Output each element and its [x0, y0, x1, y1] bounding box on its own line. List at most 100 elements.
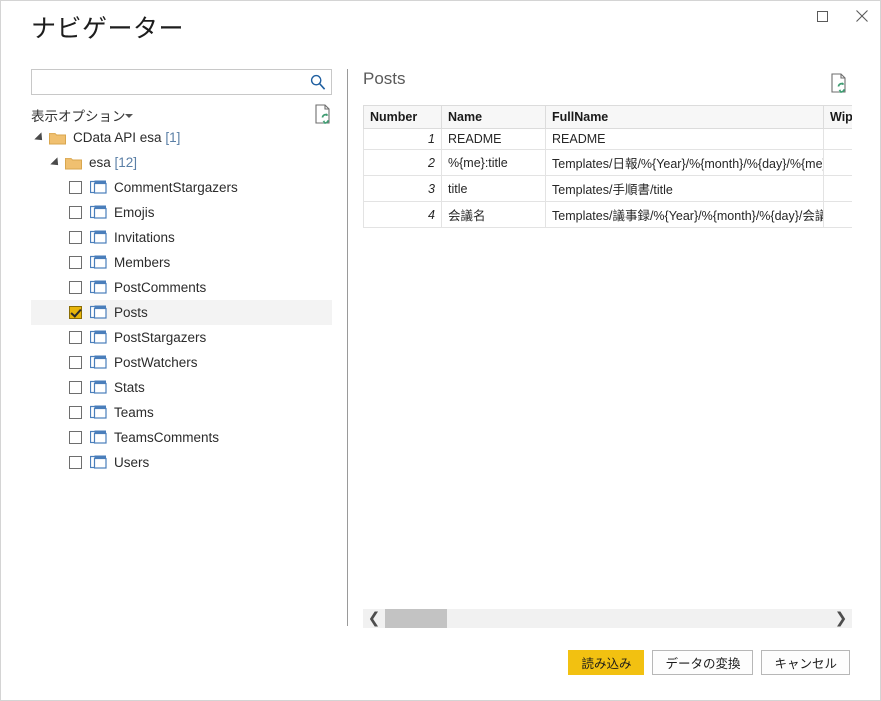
tree-item-cdata-api-esa[interactable]: CData API esa [1] — [31, 125, 332, 150]
scrollbar-track[interactable] — [385, 609, 830, 628]
tree-item-checkbox[interactable] — [69, 281, 82, 294]
cancel-button[interactable]: キャンセル — [761, 650, 850, 675]
object-tree[interactable]: CData API esa [1] esa [12] CommentStarga… — [31, 125, 332, 627]
tree-item-postcomments[interactable]: PostComments — [31, 275, 332, 300]
maximize-icon — [816, 10, 828, 22]
table-cell[interactable]: 2 — [363, 149, 442, 176]
close-button[interactable] — [842, 1, 881, 31]
tree-item-checkbox[interactable] — [69, 431, 82, 444]
table-cell[interactable]: 4 — [363, 201, 442, 228]
table-cell[interactable]: README — [545, 128, 824, 150]
tree-item-poststargazers[interactable]: PostStargazers — [31, 325, 332, 350]
table-cell[interactable]: Templates/議事録/%{Year}/%{month}/%{day}/会議… — [545, 201, 824, 228]
tree-item-checkbox[interactable] — [69, 306, 82, 319]
tree-item-label: Posts — [114, 305, 148, 320]
tree-item-label: esa [12] — [89, 155, 138, 170]
table-cell[interactable]: 1 — [363, 128, 442, 150]
table-body: 1READMEREADMEFA2%{me}:titleTemplates/日報/… — [363, 128, 852, 228]
display-options-label[interactable]: 表示オプション — [31, 105, 126, 125]
table-icon-wrap — [90, 280, 107, 295]
table-row[interactable]: 1READMEREADMEFA — [363, 128, 852, 150]
preview-header: Posts — [363, 69, 852, 99]
transform-data-button[interactable]: データの変換 — [652, 650, 754, 675]
tree-item-emojis[interactable]: Emojis — [31, 200, 332, 225]
chevron-right-icon[interactable]: ❯ — [830, 609, 852, 628]
table-icon — [90, 330, 107, 344]
search-input[interactable] — [32, 70, 307, 94]
table-row[interactable]: 4 会議名 Templates/議事録/%{Year}/%{month}/%{day… — [363, 201, 852, 228]
table-icon-wrap — [90, 380, 107, 395]
table-cell[interactable]: %{me}:title — [441, 149, 546, 176]
table-icon-wrap — [90, 330, 107, 345]
tree-item-label: Teams — [114, 405, 154, 420]
tree-item-checkbox[interactable] — [69, 331, 82, 344]
table-icon-wrap — [90, 230, 107, 245]
table-cell[interactable]: 会議名 — [441, 201, 546, 228]
tree-item-posts[interactable]: Posts — [31, 300, 332, 325]
table-cell[interactable]: title — [441, 175, 546, 202]
table-cell[interactable]: FA — [823, 128, 852, 150]
tree-item-checkbox[interactable] — [69, 206, 82, 219]
tree-item-teamscomments[interactable]: TeamsComments — [31, 425, 332, 450]
maximize-button[interactable] — [802, 1, 842, 31]
table-icon — [90, 455, 107, 469]
table-icon — [90, 205, 107, 219]
expander-icon[interactable] — [34, 131, 46, 144]
horizontal-scrollbar[interactable]: ❮ ❯ — [363, 609, 852, 628]
column-header-wip[interactable]: Wip — [823, 105, 852, 129]
expander-icon[interactable] — [50, 156, 62, 169]
page-title: ナビゲーター — [31, 15, 185, 43]
tree-item-label: CData API esa [1] — [73, 130, 181, 145]
table-cell[interactable]: FA — [823, 201, 852, 228]
table-cell[interactable]: 3 — [363, 175, 442, 202]
refresh-document-icon[interactable] — [314, 104, 332, 124]
tree-item-teams[interactable]: Teams — [31, 400, 332, 425]
tree-item-checkbox[interactable] — [69, 406, 82, 419]
tree-item-label: Emojis — [114, 205, 155, 220]
tree-item-checkbox[interactable] — [69, 381, 82, 394]
folder-icon-wrap — [65, 156, 82, 170]
search-box[interactable] — [31, 69, 332, 95]
tree-item-checkbox[interactable] — [69, 456, 82, 469]
scrollbar-thumb[interactable] — [385, 609, 447, 628]
table-icon-wrap — [90, 255, 107, 270]
table-row[interactable]: 2 %{me}:title Templates/日報/%{Year}/%{month… — [363, 149, 852, 176]
table-icon — [90, 355, 107, 369]
table-cell[interactable]: Templates/日報/%{Year}/%{month}/%{day}/%{m… — [545, 149, 824, 176]
dialog-footer: 読み込み データの変換 キャンセル — [568, 650, 850, 675]
tree-item-commentstargazers[interactable]: CommentStargazers — [31, 175, 332, 200]
tree-item-checkbox[interactable] — [69, 356, 82, 369]
tree-item-checkbox[interactable] — [69, 256, 82, 269]
tree-item-invitations[interactable]: Invitations — [31, 225, 332, 250]
tree-item-label: PostStargazers — [114, 330, 207, 345]
display-options-row[interactable]: 表示オプション — [31, 104, 332, 127]
tree-item-members[interactable]: Members — [31, 250, 332, 275]
table-cell[interactable]: FA — [823, 175, 852, 202]
tree-item-users[interactable]: Users — [31, 450, 332, 475]
source-browser-panel: 表示オプション CData API esa [1] esa [12] Comme… — [31, 69, 332, 627]
panel-divider — [347, 69, 348, 626]
table-row[interactable]: 3titleTemplates/手順書/titleFA — [363, 175, 852, 202]
column-header-name[interactable]: Name — [441, 105, 546, 129]
column-header-number[interactable]: Number — [363, 105, 442, 129]
table-icon — [90, 305, 107, 319]
load-button[interactable]: 読み込み — [568, 650, 645, 675]
tree-item-stats[interactable]: Stats — [31, 375, 332, 400]
title-bar: ナビゲーター — [1, 1, 881, 47]
tree-item-postwatchers[interactable]: PostWatchers — [31, 350, 332, 375]
tree-item-label: TeamsComments — [114, 430, 220, 445]
search-icon[interactable] — [309, 73, 327, 91]
tree-item-checkbox[interactable] — [69, 231, 82, 244]
table-cell[interactable]: FA — [823, 149, 852, 176]
tree-item-checkbox[interactable] — [69, 181, 82, 194]
table-icon-wrap — [90, 355, 107, 370]
tree-item-esa[interactable]: esa [12] — [31, 150, 332, 175]
tree-item-label: Stats — [114, 380, 145, 395]
table-cell[interactable]: Templates/手順書/title — [545, 175, 824, 202]
column-header-fullname[interactable]: FullName — [545, 105, 824, 129]
window-controls — [802, 1, 881, 31]
chevron-left-icon[interactable]: ❮ — [363, 609, 385, 628]
table-cell[interactable]: README — [441, 128, 546, 150]
refresh-document-icon[interactable] — [830, 73, 848, 93]
chevron-down-icon[interactable] — [125, 114, 133, 118]
